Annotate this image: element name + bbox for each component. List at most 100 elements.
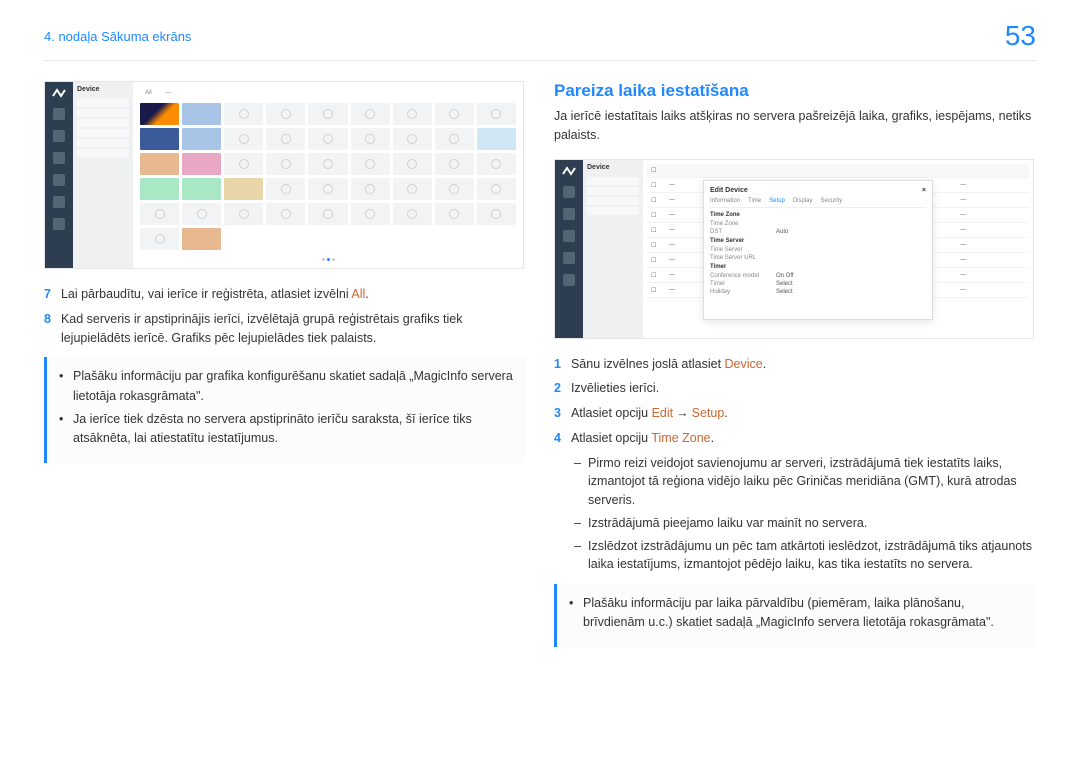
nav-icon [563,208,575,220]
thumb [266,203,305,225]
step-number: 8 [44,310,51,348]
thumb [393,128,432,150]
thumb [477,178,516,200]
left-column: Device All — [44,81,526,647]
section-time-server: Time Server [710,238,926,244]
form-field: DSTAuto [710,229,926,235]
panel-row [77,99,129,107]
panel-row [77,129,129,137]
thumb [308,103,347,125]
highlight-setup: Setup [692,406,725,420]
nav-icon [53,196,65,208]
screenshot-sidebar [45,82,73,268]
section-intro: Ja ierīcē iestatītais laiks atšķiras no … [554,107,1036,145]
step-text: Atlasiet opciju Time Zone. [571,429,714,448]
modal-title: Edit Device [710,187,748,194]
numbered-steps: 1 Sānu izvēlnes joslā atlasiet Device. 2… [554,355,1036,448]
panel-row [77,109,129,117]
section-timer: Timer [710,264,926,270]
step-text: Izvēlieties ierīci. [571,379,659,398]
sub-bullet-list: Pirmo reizi veidojot savienojumu ar serv… [574,454,1036,575]
sub-item: Pirmo reizi veidojot savienojumu ar serv… [574,454,1036,510]
chapter-label: 4. nodaļa Sākuma ekrāns [44,29,191,44]
thumb [477,128,516,150]
logo-icon [51,88,67,98]
thumb [477,203,516,225]
thumb [308,153,347,175]
thumb [351,178,390,200]
panel-row [587,177,639,185]
thumb [435,128,474,150]
right-column: Pareiza laika iestatīšana Ja ierīcē iest… [554,81,1036,647]
thumb [435,203,474,225]
page-dot [332,258,335,261]
thumb [224,153,263,175]
thumb [266,103,305,125]
tab-all: All [141,90,156,96]
tab-setup: Setup [769,198,785,204]
thumb [393,103,432,125]
highlight-edit: Edit [652,406,674,420]
step-2: 2 Izvēlieties ierīci. [554,379,1036,398]
panel-row [587,197,639,205]
note-item: Plašāku informāciju par laika pārvaldību… [569,594,1024,633]
tab-security: Security [821,198,843,204]
thumb [435,103,474,125]
nav-icon [53,152,65,164]
thumbnail-grid [137,100,519,254]
nav-icon [53,174,65,186]
table-header: ☐ [647,164,1029,178]
thumb [351,103,390,125]
nav-icon [563,252,575,264]
nav-icon [53,130,65,142]
step-7: 7 Lai pārbaudītu, vai ierīce ir reģistrē… [44,285,526,304]
thumb [140,228,179,250]
step-text: Atlasiet opciju Edit→Setup. [571,404,728,423]
thumb [266,128,305,150]
panel-row [587,187,639,195]
thumb [182,128,221,150]
thumb [182,153,221,175]
panel-title: Device [77,86,129,93]
thumb [224,128,263,150]
thumb [182,203,221,225]
form-field: Time Server [710,247,926,253]
panel-row [77,119,129,127]
step-8: 8 Kad serveris ir apstiprinājis ierīci, … [44,310,526,348]
modal-header: Edit Device × [710,187,926,194]
step-number: 3 [554,404,561,423]
section-time-zone: Time Zone [710,212,926,218]
header-divider [44,60,1036,61]
thumb [182,228,221,250]
screenshot-panel: Device [73,82,133,268]
thumb [140,153,179,175]
screenshot-sidebar [555,160,583,338]
step-3: 3 Atlasiet opciju Edit→Setup. [554,404,1036,423]
nav-icon [563,230,575,242]
panel-title: Device [587,164,639,171]
page-header: 4. nodaļa Sākuma ekrāns 53 [0,0,1080,60]
screenshot-device-grid: Device All — [44,81,524,269]
thumb [266,178,305,200]
page-dot [327,258,330,261]
modal-tabs: Information Time Setup Display Security [710,198,926,208]
thumb [182,103,221,125]
panel-row [77,149,129,157]
close-icon: × [922,187,926,194]
thumb [477,103,516,125]
nav-icon [53,108,65,120]
edit-device-modal: Edit Device × Information Time Setup Dis… [703,180,933,320]
thumb [477,153,516,175]
page-content: Device All — [0,81,1080,647]
thumb [266,153,305,175]
nav-icon [563,186,575,198]
arrow-icon: → [676,406,689,420]
thumb [393,153,432,175]
step-number: 1 [554,355,561,374]
section-title: Pareiza laika iestatīšana [554,81,1036,101]
thumb [140,128,179,150]
nav-icon [53,218,65,230]
thumb [308,203,347,225]
highlight-device: Device [725,357,763,371]
note-box: Plašāku informāciju par laika pārvaldību… [554,584,1036,647]
